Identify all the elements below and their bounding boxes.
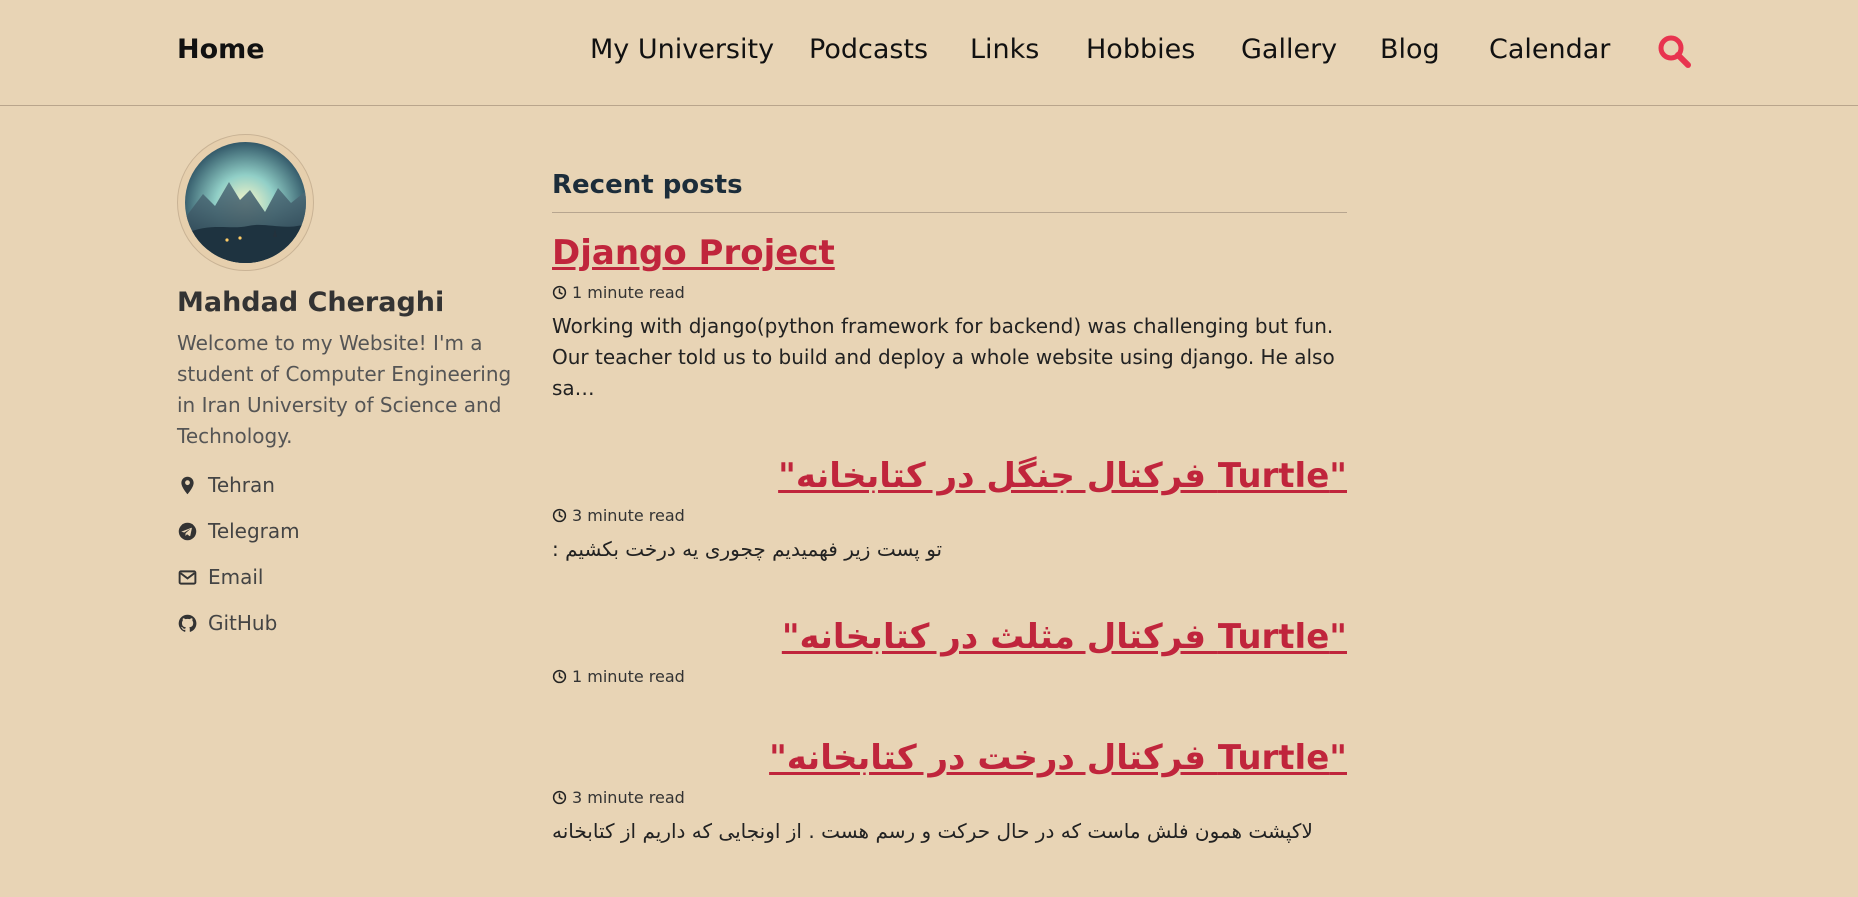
nav-gallery[interactable]: Gallery bbox=[1241, 34, 1337, 65]
telegram-icon bbox=[178, 522, 197, 540]
post-excerpt: Working with django(python framework for… bbox=[552, 314, 1335, 400]
post-title-link[interactable]: "Turtle فرکتال درخت در کتابخانه" bbox=[552, 736, 1347, 780]
post-card: "Turtle فرکتال درخت در کتابخانه" 3 minut… bbox=[552, 736, 1347, 847]
author-sidebar: Mahdad Cheraghi Welcome to my Website! I… bbox=[177, 134, 517, 646]
location-label: Tehran bbox=[208, 473, 275, 497]
nav-my-university[interactable]: My University bbox=[590, 34, 774, 65]
post-excerpt: تو پست زیر فهمیدیم چجوری یه درخت بکشیم : bbox=[552, 537, 943, 561]
author-links: Tehran Telegram Email GitHub bbox=[177, 462, 517, 646]
email-label: Email bbox=[208, 565, 264, 589]
post-meta: 3 minute read bbox=[552, 506, 1347, 525]
read-time: 3 minute read bbox=[572, 788, 685, 807]
post-title-link[interactable]: Django Project bbox=[552, 231, 1347, 275]
post-title-link[interactable]: "Turtle فرکتال مثلث در کتابخانه" bbox=[552, 615, 1347, 659]
home-link[interactable]: Home bbox=[177, 34, 265, 65]
clock-icon bbox=[552, 285, 567, 300]
post-excerpt: لاکپشت همون فلش ماست که در حال حرکت و رس… bbox=[552, 819, 1313, 843]
author-name: Mahdad Cheraghi bbox=[177, 287, 445, 318]
avatar-image bbox=[185, 142, 306, 263]
post-card: "Turtle فرکتال جنگل در کتابخانه" 3 minut… bbox=[552, 454, 1347, 565]
post-meta: 1 minute read bbox=[552, 667, 1347, 686]
telegram-link[interactable]: Telegram bbox=[177, 508, 517, 554]
read-time: 1 minute read bbox=[572, 283, 685, 302]
github-icon bbox=[178, 614, 197, 632]
avatar bbox=[177, 134, 314, 271]
main-content: Recent posts Django Project 1 minute rea… bbox=[552, 170, 1347, 847]
post-card: Django Project 1 minute read Working wit… bbox=[552, 231, 1347, 404]
clock-icon bbox=[552, 508, 567, 523]
nav-calendar[interactable]: Calendar bbox=[1489, 34, 1610, 65]
github-link[interactable]: GitHub bbox=[177, 600, 517, 646]
read-time: 1 minute read bbox=[572, 667, 685, 686]
email-link[interactable]: Email bbox=[177, 554, 517, 600]
post-card: "Turtle فرکتال مثلث در کتابخانه" 1 minut… bbox=[552, 615, 1347, 686]
nav-podcasts[interactable]: Podcasts bbox=[809, 34, 928, 65]
search-button[interactable] bbox=[1657, 34, 1691, 68]
author-bio: Welcome to my Website! I'm a student of … bbox=[177, 331, 512, 448]
recent-posts-title: Recent posts bbox=[552, 170, 1347, 213]
clock-icon bbox=[552, 790, 567, 805]
post-title-link[interactable]: "Turtle فرکتال جنگل در کتابخانه" bbox=[552, 454, 1347, 498]
location-item: Tehran bbox=[177, 462, 517, 508]
post-meta: 1 minute read bbox=[552, 283, 1347, 302]
nav-blog[interactable]: Blog bbox=[1380, 34, 1440, 65]
top-navigation: Home My University Podcasts Links Hobbie… bbox=[0, 0, 1858, 106]
nav-links[interactable]: Links bbox=[970, 34, 1039, 65]
read-time: 3 minute read bbox=[572, 506, 685, 525]
email-icon bbox=[178, 569, 197, 585]
post-meta: 3 minute read bbox=[552, 788, 1347, 807]
nav-hobbies[interactable]: Hobbies bbox=[1086, 34, 1195, 65]
search-icon bbox=[1658, 35, 1691, 68]
location-pin-icon bbox=[181, 476, 194, 494]
clock-icon bbox=[552, 669, 567, 684]
telegram-label: Telegram bbox=[208, 519, 300, 543]
github-label: GitHub bbox=[208, 611, 278, 635]
